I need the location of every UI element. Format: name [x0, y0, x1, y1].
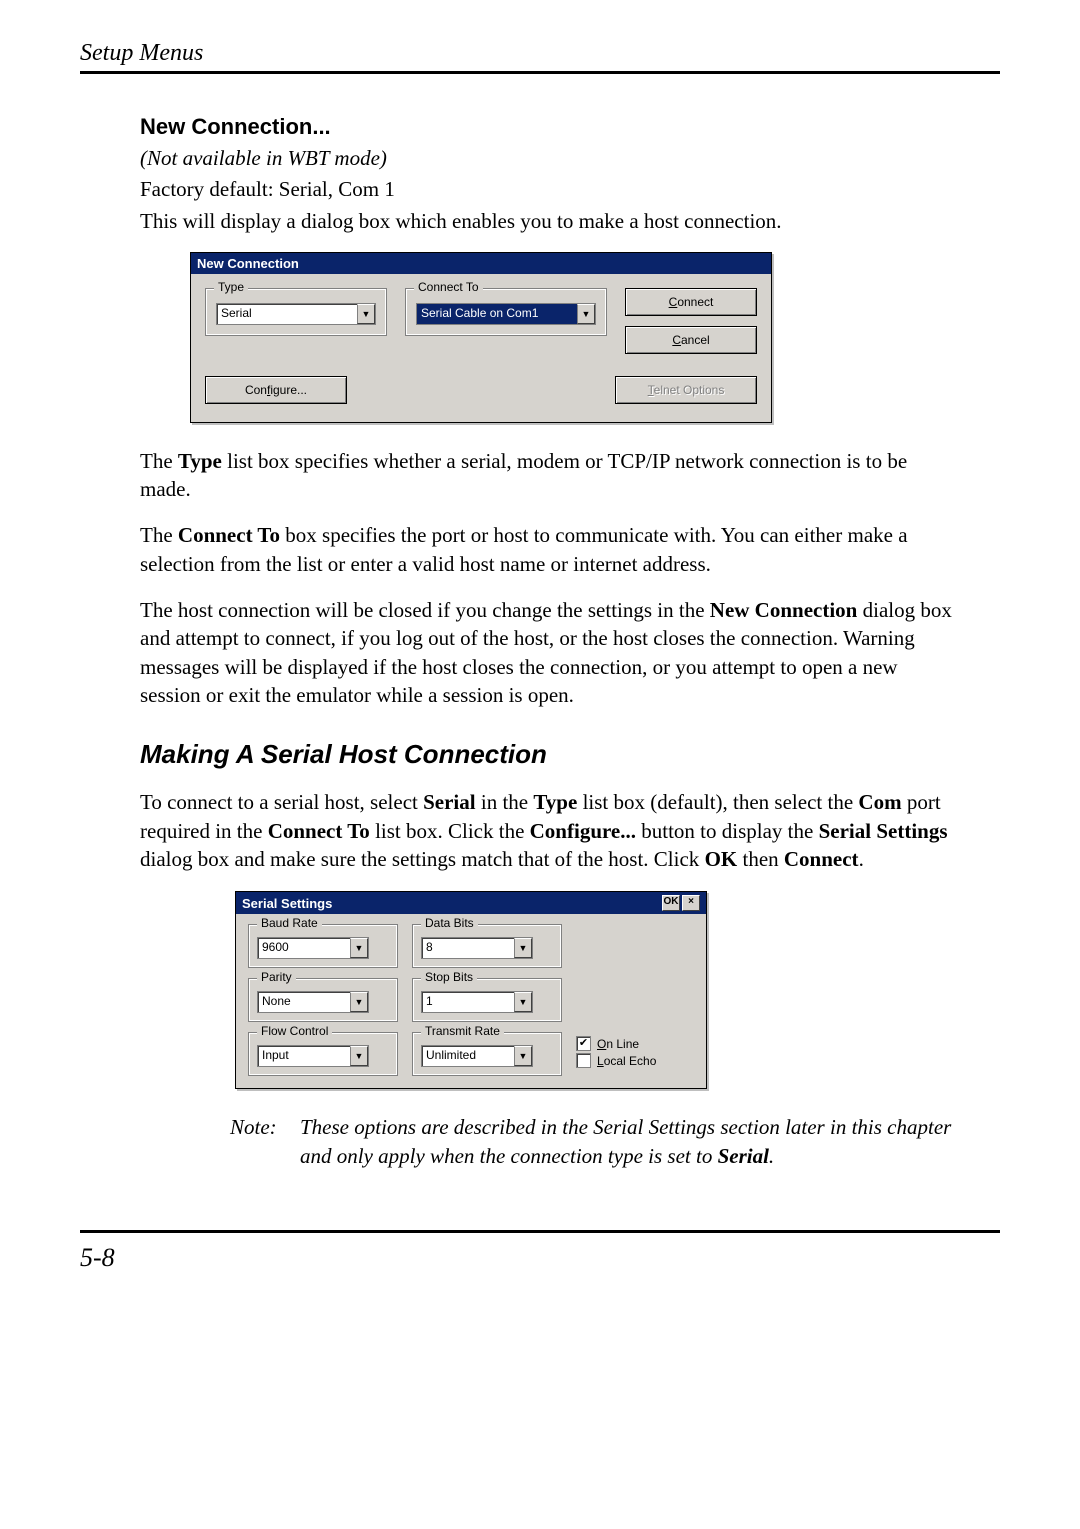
- flow-control-group: Flow Control Input ▼: [248, 1032, 398, 1076]
- intro-line: This will display a dialog box which ena…: [140, 207, 960, 235]
- paragraph-close-behavior: The host connection will be closed if yo…: [140, 596, 960, 709]
- new-connection-dialog: New Connection Type Serial ▼ Connect To: [190, 252, 772, 423]
- note-label: Note:: [230, 1113, 300, 1170]
- note-block: Note: These options are described in the…: [230, 1113, 960, 1170]
- on-line-checkbox[interactable]: ✔ On Line: [576, 1036, 694, 1051]
- chevron-down-icon[interactable]: ▼: [577, 304, 595, 324]
- dialog-title: Serial Settings: [242, 896, 332, 911]
- data-bits-group: Data Bits 8 ▼: [412, 924, 562, 968]
- configure-button[interactable]: Configure...: [205, 376, 347, 404]
- ok-titlebar-button[interactable]: OK: [662, 895, 680, 911]
- check-icon: ✔: [576, 1036, 591, 1051]
- baud-rate-label: Baud Rate: [257, 916, 322, 930]
- footer-rule: 5-8: [80, 1230, 1000, 1273]
- baud-rate-group: Baud Rate 9600 ▼: [248, 924, 398, 968]
- chevron-down-icon[interactable]: ▼: [350, 1046, 368, 1066]
- chevron-down-icon[interactable]: ▼: [514, 938, 532, 958]
- baud-rate-value: 9600: [258, 938, 350, 958]
- parity-value: None: [258, 992, 350, 1012]
- connect-to-combobox[interactable]: Serial Cable on Com1 ▼: [416, 303, 596, 325]
- paragraph-type: The Type list box specifies whether a se…: [140, 447, 960, 504]
- transmit-rate-combobox[interactable]: Unlimited ▼: [421, 1045, 533, 1067]
- baud-rate-combobox[interactable]: 9600 ▼: [257, 937, 369, 959]
- telnet-options-button: Telnet Options: [615, 376, 757, 404]
- flow-control-label: Flow Control: [257, 1024, 332, 1038]
- type-group-label: Type: [214, 280, 248, 294]
- serial-settings-dialog: Serial Settings OK × Baud Rate 9600 ▼: [235, 891, 707, 1089]
- chevron-down-icon[interactable]: ▼: [514, 992, 532, 1012]
- connect-to-group: Connect To Serial Cable on Com1 ▼: [405, 288, 607, 336]
- factory-default: Factory default: Serial, Com 1: [140, 175, 960, 203]
- section-title: New Connection...: [140, 114, 960, 140]
- type-combobox[interactable]: Serial ▼: [216, 303, 376, 325]
- connect-button[interactable]: Connect: [625, 288, 757, 316]
- flow-control-combobox[interactable]: Input ▼: [257, 1045, 369, 1067]
- close-icon[interactable]: ×: [682, 895, 700, 911]
- subsection-title: Making A Serial Host Connection: [140, 739, 960, 770]
- connect-to-group-label: Connect To: [414, 280, 483, 294]
- page-number: 5-8: [80, 1243, 1000, 1273]
- parity-combobox[interactable]: None ▼: [257, 991, 369, 1013]
- flow-control-value: Input: [258, 1046, 350, 1066]
- type-value: Serial: [217, 304, 357, 324]
- parity-label: Parity: [257, 970, 296, 984]
- stop-bits-group: Stop Bits 1 ▼: [412, 978, 562, 1022]
- availability-note: (Not available in WBT mode): [140, 146, 960, 171]
- data-bits-combobox[interactable]: 8 ▼: [421, 937, 533, 959]
- note-body: These options are described in the Seria…: [300, 1113, 960, 1170]
- connect-to-value: Serial Cable on Com1: [417, 304, 577, 324]
- chevron-down-icon[interactable]: ▼: [350, 938, 368, 958]
- transmit-rate-group: Transmit Rate Unlimited ▼: [412, 1032, 562, 1076]
- parity-group: Parity None ▼: [248, 978, 398, 1022]
- page-header: Setup Menus: [80, 40, 1000, 74]
- chevron-down-icon[interactable]: ▼: [514, 1046, 532, 1066]
- local-echo-checkbox[interactable]: Local Echo: [576, 1053, 694, 1068]
- checkbox-icon: [576, 1053, 591, 1068]
- dialog-title: New Connection: [197, 256, 299, 271]
- dialog-titlebar: New Connection: [191, 253, 771, 274]
- chevron-down-icon[interactable]: ▼: [350, 992, 368, 1012]
- data-bits-value: 8: [422, 938, 514, 958]
- cancel-button[interactable]: Cancel: [625, 326, 757, 354]
- stop-bits-label: Stop Bits: [421, 970, 477, 984]
- transmit-rate-value: Unlimited: [422, 1046, 514, 1066]
- type-group: Type Serial ▼: [205, 288, 387, 336]
- transmit-rate-label: Transmit Rate: [421, 1024, 504, 1038]
- paragraph-connect-to: The Connect To box specifies the port or…: [140, 521, 960, 578]
- stop-bits-value: 1: [422, 992, 514, 1012]
- data-bits-label: Data Bits: [421, 916, 478, 930]
- dialog-titlebar: Serial Settings OK ×: [236, 892, 706, 914]
- chevron-down-icon[interactable]: ▼: [357, 304, 375, 324]
- paragraph-serial-howto: To connect to a serial host, select Seri…: [140, 788, 960, 873]
- stop-bits-combobox[interactable]: 1 ▼: [421, 991, 533, 1013]
